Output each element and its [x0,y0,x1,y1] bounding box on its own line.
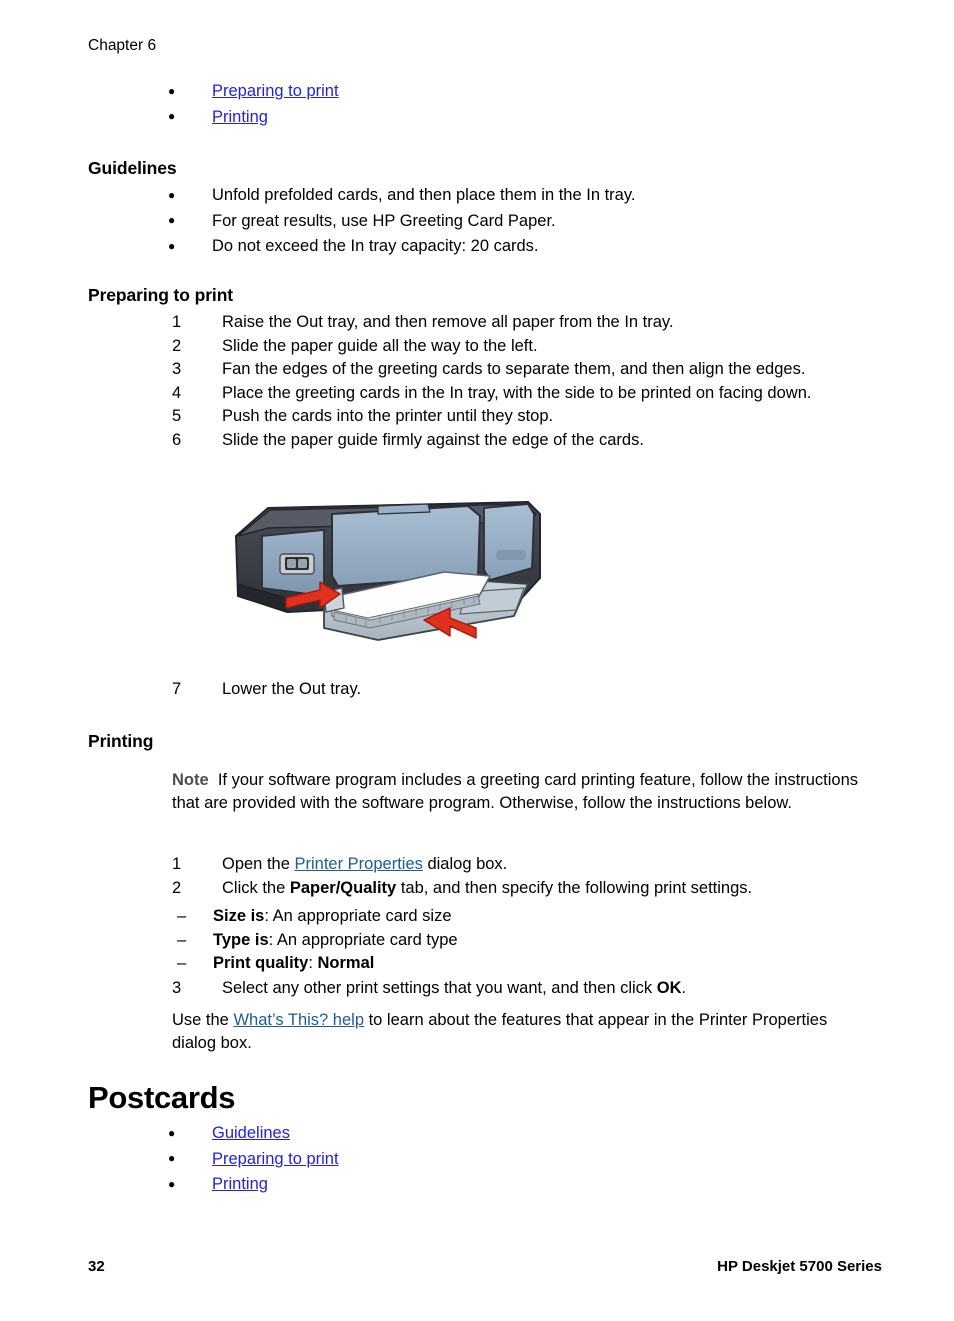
printer-svg [235,501,541,641]
step-text: Fan the edges of the greeting cards to s… [222,360,806,378]
setting-separator: : [308,954,318,972]
step-item: 4 Place the greeting cards in the In tray… [172,382,932,406]
step-item: 1 Open the Printer Properties dialog box… [172,853,912,877]
step-number: 1 [172,313,182,331]
printer-illustration [228,492,548,657]
preparing-steps-list: 1 Raise the Out tray, and then remove all… [172,311,932,452]
printing-step-three-wrap: 3 Select any other print settings that y… [172,977,912,1001]
control-panel-icon [279,553,315,575]
list-item: Unfold prefolded cards, and then place t… [168,183,908,209]
setting-item: Type is: An appropriate card type [177,929,817,953]
step-number: 4 [172,383,182,402]
heading-postcards: Postcards [88,1080,236,1115]
step-item: 7 Lower the Out tray. [172,678,772,702]
link-preparing-to-print[interactable]: Preparing to print [212,82,339,100]
step-text: Lower the Out tray. [222,680,362,698]
setting-label: Size is [213,907,265,925]
note-text: If your software program includes a gree… [172,771,859,812]
step-text-after: tab, and then specify the following prin… [396,878,753,897]
step-item: 3 Select any other print settings that y… [172,977,912,1001]
step-item: 6 Slide the paper guide firmly against th… [172,429,932,453]
note-label: Note [172,771,209,789]
setting-label: Print quality [213,954,309,972]
step-text: Slide the paper guide all the way to the… [222,336,538,355]
list-item: Preparing to print [168,79,868,105]
help-text-before: Use the [172,1011,234,1029]
link-whats-this-help[interactable]: What’s This? help [233,1011,364,1029]
step-text: Raise the Out tray, and then remove all … [222,313,674,331]
step-number: 7 [172,680,182,698]
link-postcards-preparing-to-print[interactable]: Preparing to print [212,1150,339,1168]
list-item: Guidelines [168,1121,768,1147]
step-number: 2 [172,336,182,355]
postcards-link-list: Guidelines Preparing to print Printing [168,1121,768,1198]
heading-guidelines: Guidelines [88,158,177,178]
help-paragraph: Use the What’s This? help to learn about… [172,1009,852,1055]
step-number: 3 [172,979,182,997]
step-item: 2 Slide the paper guide all the way to th… [172,335,932,359]
setting-separator: : [264,907,273,925]
setting-separator: : [268,930,277,949]
print-settings-list: Size is: An appropriate card size Type i… [177,905,817,976]
step-text: Push the cards into the printer until th… [222,407,554,425]
setting-item: Print quality: Normal [177,952,817,976]
footer-page-number: 32 [88,1258,105,1275]
step-text-before: Select any other print settings that you… [222,979,657,997]
guideline-text: Do not exceed the In tray capacity: 20 c… [212,237,539,255]
list-item: Do not exceed the In tray capacity: 20 c… [168,234,908,260]
button-name-ok: OK [656,979,682,997]
guideline-text: Unfold prefolded cards, and then place t… [212,186,636,204]
link-printer-properties[interactable]: Printer Properties [294,855,422,873]
step-text-after: dialog box. [422,855,508,873]
step-text-before: Click the [222,878,290,897]
heading-preparing-to-print: Preparing to print [88,285,234,305]
list-item: For great results, use HP Greeting Card … [168,208,908,235]
list-item: Printing [168,1172,768,1198]
chapter-running-head: Chapter 6 [88,37,157,54]
setting-item: Size is: An appropriate card size [177,905,817,929]
step-text: Slide the paper guide firmly against the… [222,430,644,449]
footer-product-name: HP Deskjet 5700 Series [717,1258,882,1275]
step-number: 3 [172,360,182,378]
step-item: 5 Push the cards into the printer until t… [172,405,932,429]
list-item: Preparing to print [168,1146,768,1173]
document-page: Chapter 6 Preparing to print Printing Gu… [0,0,954,1321]
step-number: 5 [172,407,182,425]
heading-printing: Printing [88,731,154,751]
step-seven-wrap: 7 Lower the Out tray. [172,678,772,702]
note-block: Note If your software program includes a… [172,769,862,815]
guidelines-list: Unfold prefolded cards, and then place t… [168,183,908,260]
step-text: Place the greeting cards in the In tray,… [222,383,812,402]
step-item: 2 Click the Paper/Quality tab, and then … [172,877,912,901]
top-link-list: Preparing to print Printing [168,79,868,130]
printer-right-panel [483,503,535,581]
list-item: Printing [168,104,868,131]
setting-value: An appropriate card size [272,907,452,925]
step-number: 2 [172,878,182,897]
link-printing[interactable]: Printing [212,108,268,126]
step-item: 1 Raise the Out tray, and then remove all… [172,311,932,335]
link-postcards-printing[interactable]: Printing [212,1175,268,1193]
step-number: 6 [172,430,182,449]
step-number: 1 [172,855,182,873]
link-postcards-guidelines[interactable]: Guidelines [212,1124,290,1142]
setting-label: Type is [213,930,269,949]
setting-value: Normal [317,954,375,972]
setting-value: An appropriate card type [276,930,458,949]
printing-steps-list: 1 Open the Printer Properties dialog box… [172,853,912,900]
step-text-after: . [681,979,687,997]
guideline-text: For great results, use HP Greeting Card … [212,211,556,230]
step-item: 3 Fan the edges of the greeting cards to … [172,358,932,382]
tab-name-paper-quality: Paper/Quality [289,878,397,897]
step-text-before: Open the [222,855,295,873]
